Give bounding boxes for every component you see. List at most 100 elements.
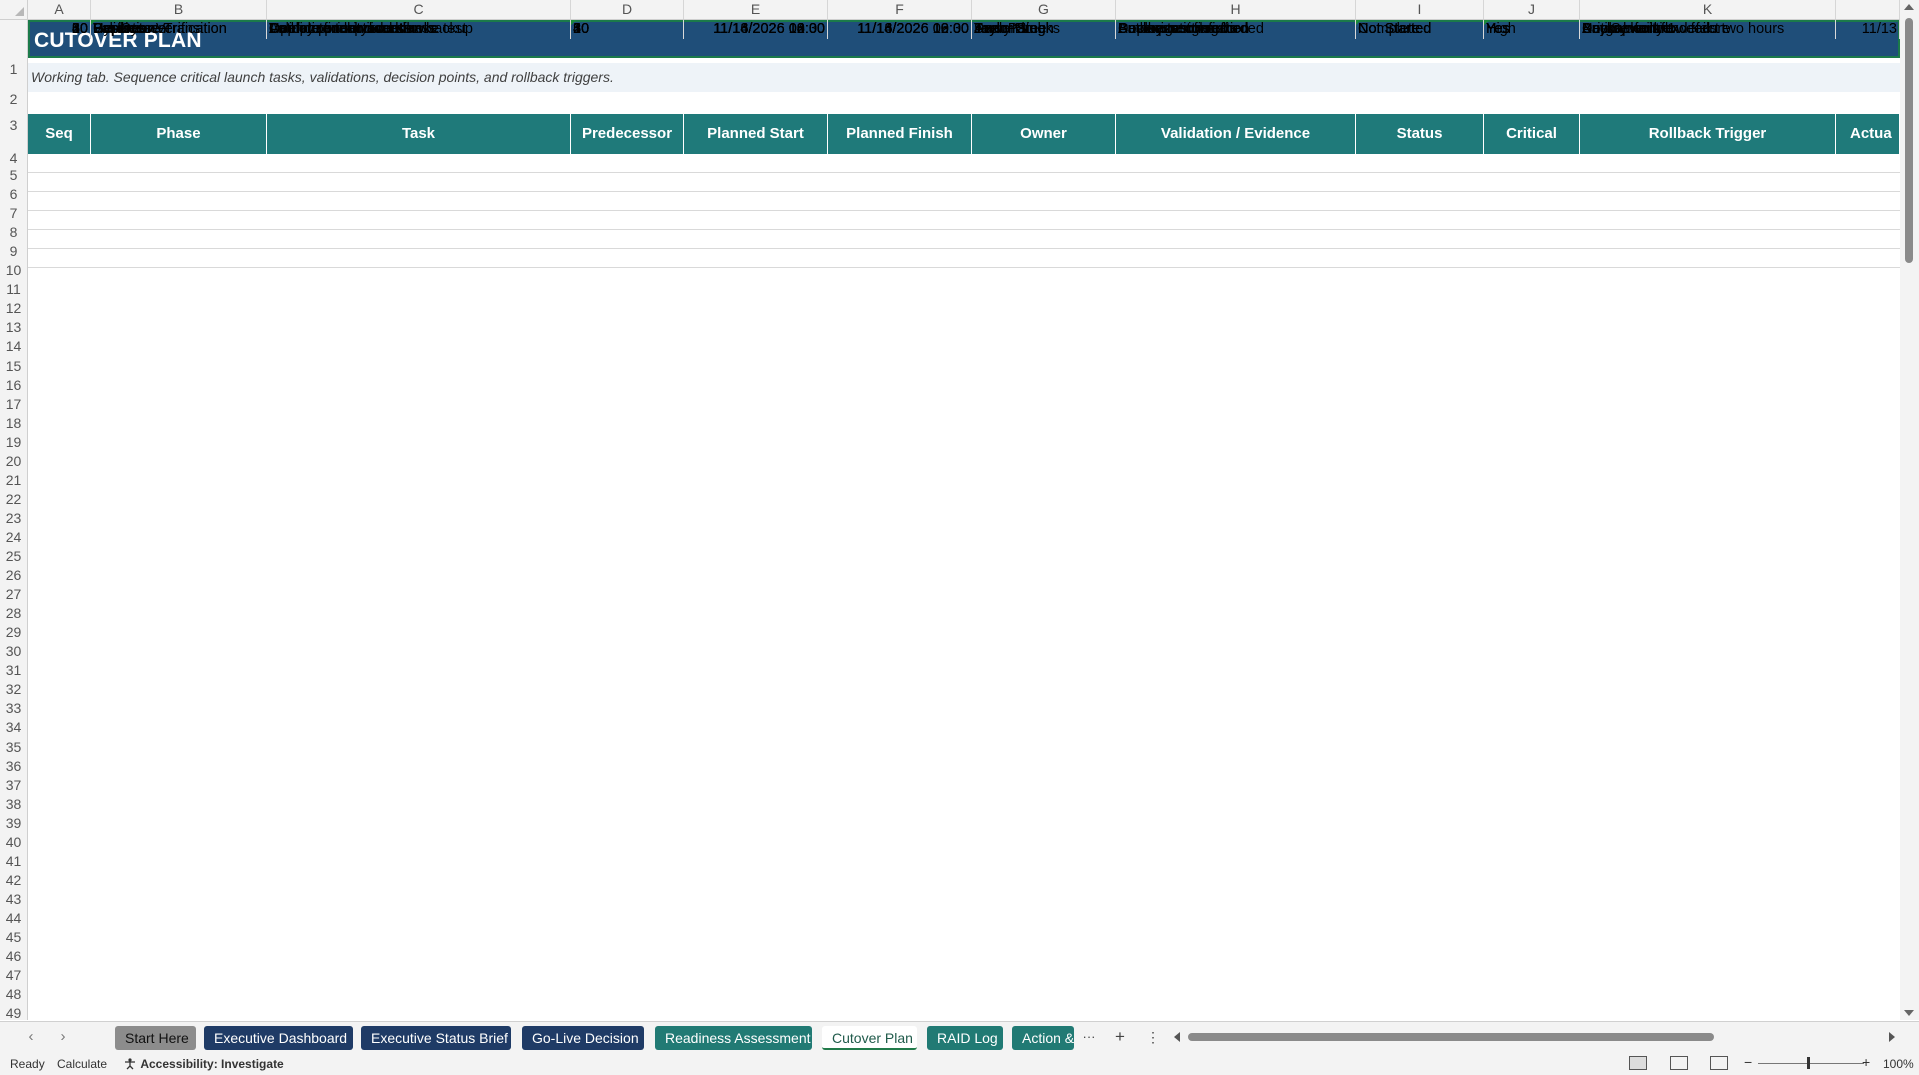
row-number[interactable]: 29 bbox=[0, 625, 27, 640]
row-number[interactable]: 12 bbox=[0, 301, 27, 316]
column-header-c[interactable]: C bbox=[267, 0, 571, 19]
row-number[interactable]: 1 bbox=[0, 62, 27, 77]
row-number[interactable]: 14 bbox=[0, 339, 27, 354]
row-number[interactable]: 47 bbox=[0, 968, 27, 983]
tab-go-live-decision[interactable]: Go-Live Decision bbox=[522, 1026, 644, 1050]
owner-cell[interactable]: Drew Kim bbox=[972, 20, 1116, 39]
header-status[interactable]: Status bbox=[1356, 114, 1484, 154]
row-number[interactable]: 9 bbox=[0, 244, 27, 259]
planned-start-cell[interactable]: 11/16/2026 12:30 bbox=[684, 20, 828, 39]
row-number[interactable]: 49 bbox=[0, 1006, 27, 1021]
row-number[interactable]: 24 bbox=[0, 529, 27, 545]
critical-cell[interactable]: High bbox=[1484, 20, 1580, 39]
actual-cell[interactable] bbox=[1836, 20, 1900, 39]
tab-raid-log[interactable]: RAID Log bbox=[927, 1026, 1003, 1050]
row-number[interactable]: 4 bbox=[0, 151, 27, 166]
row-number[interactable]: 5 bbox=[0, 168, 27, 183]
header-owner[interactable]: Owner bbox=[972, 114, 1116, 154]
select-all-corner[interactable] bbox=[0, 0, 28, 19]
row-number[interactable]: 42 bbox=[0, 872, 27, 888]
column-header-i[interactable]: I bbox=[1356, 0, 1484, 19]
scroll-left-arrow-icon[interactable] bbox=[1174, 1032, 1180, 1042]
header-predecessor[interactable]: Predecessor bbox=[571, 114, 684, 154]
row-number[interactable]: 2 bbox=[0, 92, 27, 107]
column-header-h[interactable]: H bbox=[1116, 0, 1356, 19]
sheet-options-icon[interactable]: ⋮ bbox=[1144, 1028, 1162, 1046]
header-planned-finish[interactable]: Planned Finish bbox=[828, 114, 972, 154]
task-cell[interactable]: Open command center bbox=[267, 20, 571, 39]
row-number[interactable]: 35 bbox=[0, 739, 27, 755]
column-header-d[interactable]: D bbox=[571, 0, 684, 19]
header-rollback-trigger[interactable]: Rollback Trigger bbox=[1580, 114, 1836, 154]
row-number[interactable]: 22 bbox=[0, 491, 27, 507]
add-sheet-icon[interactable]: + bbox=[1111, 1028, 1129, 1046]
tab-executive-dashboard[interactable]: Executive Dashboard bbox=[204, 1026, 353, 1050]
scroll-down-arrow-icon[interactable] bbox=[1904, 1010, 1914, 1016]
worksheet-grid[interactable]: CUTOVER PLAN Working tab. Sequence criti… bbox=[28, 20, 1900, 1018]
row-number[interactable]: 30 bbox=[0, 644, 27, 659]
header-critical[interactable]: Critical bbox=[1484, 114, 1580, 154]
row-number[interactable]: 11 bbox=[0, 282, 27, 297]
normal-view-icon[interactable] bbox=[1629, 1056, 1647, 1070]
planned-finish-cell[interactable]: 11/16/2026 13:00 bbox=[828, 20, 972, 39]
previous-sheet-icon[interactable]: ‹ bbox=[22, 1028, 40, 1046]
row-number[interactable]: 44 bbox=[0, 910, 27, 926]
column-header-g[interactable]: G bbox=[972, 0, 1116, 19]
column-header-f[interactable]: F bbox=[828, 0, 972, 19]
zoom-in-icon[interactable]: + bbox=[1862, 1054, 1870, 1070]
seq-cell[interactable]: 60 bbox=[28, 20, 91, 39]
row-number[interactable]: 31 bbox=[0, 663, 27, 678]
row-number[interactable]: 37 bbox=[0, 777, 27, 793]
column-header-j[interactable]: J bbox=[1484, 0, 1580, 19]
more-sheets-icon[interactable]: ··· bbox=[1080, 1028, 1098, 1046]
page-layout-view-icon[interactable] bbox=[1670, 1056, 1688, 1070]
column-header-k[interactable]: K bbox=[1580, 0, 1836, 19]
vertical-scroll-thumb[interactable] bbox=[1905, 18, 1913, 263]
phase-cell[interactable]: Hypercare Transition bbox=[91, 20, 267, 39]
row-number[interactable]: 43 bbox=[0, 891, 27, 907]
row-number[interactable]: 32 bbox=[0, 682, 27, 697]
zoom-out-icon[interactable]: − bbox=[1744, 1054, 1752, 1070]
row-number[interactable]: 34 bbox=[0, 720, 27, 735]
row-number[interactable]: 33 bbox=[0, 701, 27, 716]
tab-executive-status-brief[interactable]: Executive Status Brief bbox=[361, 1026, 511, 1050]
zoom-level[interactable]: 100% bbox=[1883, 1057, 1914, 1071]
header-validation-evidence[interactable]: Validation / Evidence bbox=[1116, 114, 1356, 154]
row-number[interactable]: 6 bbox=[0, 187, 27, 202]
accessibility-status[interactable]: Accessibility: Investigate bbox=[123, 1057, 284, 1071]
tab-start-here[interactable]: Start Here bbox=[115, 1026, 196, 1050]
row-number[interactable]: 26 bbox=[0, 568, 27, 583]
zoom-slider[interactable] bbox=[1758, 1063, 1864, 1064]
row-number[interactable]: 7 bbox=[0, 206, 27, 221]
row-number[interactable]: 13 bbox=[0, 320, 27, 335]
header-task[interactable]: Task bbox=[267, 114, 571, 154]
vertical-scrollbar[interactable] bbox=[1900, 0, 1919, 1020]
horizontal-scroll-thumb[interactable] bbox=[1188, 1033, 1714, 1041]
row-number[interactable]: 21 bbox=[0, 472, 27, 488]
row-number[interactable]: 25 bbox=[0, 549, 27, 564]
row-number[interactable]: 15 bbox=[0, 358, 27, 374]
column-header-l[interactable] bbox=[1836, 0, 1900, 19]
row-number[interactable]: 39 bbox=[0, 815, 27, 831]
tab-readiness-assessment[interactable]: Readiness Assessment bbox=[655, 1026, 812, 1050]
validation-cell[interactable]: Coverage confirmed bbox=[1116, 20, 1356, 39]
calculate-button[interactable]: Calculate bbox=[57, 1057, 107, 1071]
header-actual[interactable]: Actua bbox=[1836, 114, 1900, 154]
row-number[interactable]: 48 bbox=[0, 987, 27, 1002]
horizontal-scrollbar[interactable] bbox=[1172, 1032, 1897, 1042]
row-number[interactable]: 3 bbox=[0, 118, 27, 133]
row-number[interactable]: 17 bbox=[0, 396, 27, 412]
row-number[interactable]: 23 bbox=[0, 510, 27, 526]
row-number[interactable]: 36 bbox=[0, 758, 27, 774]
header-phase[interactable]: Phase bbox=[91, 114, 267, 154]
row-number[interactable]: 41 bbox=[0, 853, 27, 869]
row-number[interactable]: 28 bbox=[0, 606, 27, 621]
predecessor-cell[interactable]: 50 bbox=[571, 20, 684, 39]
column-header-a[interactable]: A bbox=[28, 0, 91, 19]
column-header-e[interactable]: E bbox=[684, 0, 828, 19]
rollback-trigger-cell[interactable] bbox=[1580, 20, 1836, 39]
scroll-up-arrow-icon[interactable] bbox=[1904, 4, 1914, 10]
row-number[interactable]: 38 bbox=[0, 796, 27, 812]
zoom-slider-handle[interactable] bbox=[1807, 1057, 1810, 1069]
page-break-preview-icon[interactable] bbox=[1710, 1056, 1728, 1070]
